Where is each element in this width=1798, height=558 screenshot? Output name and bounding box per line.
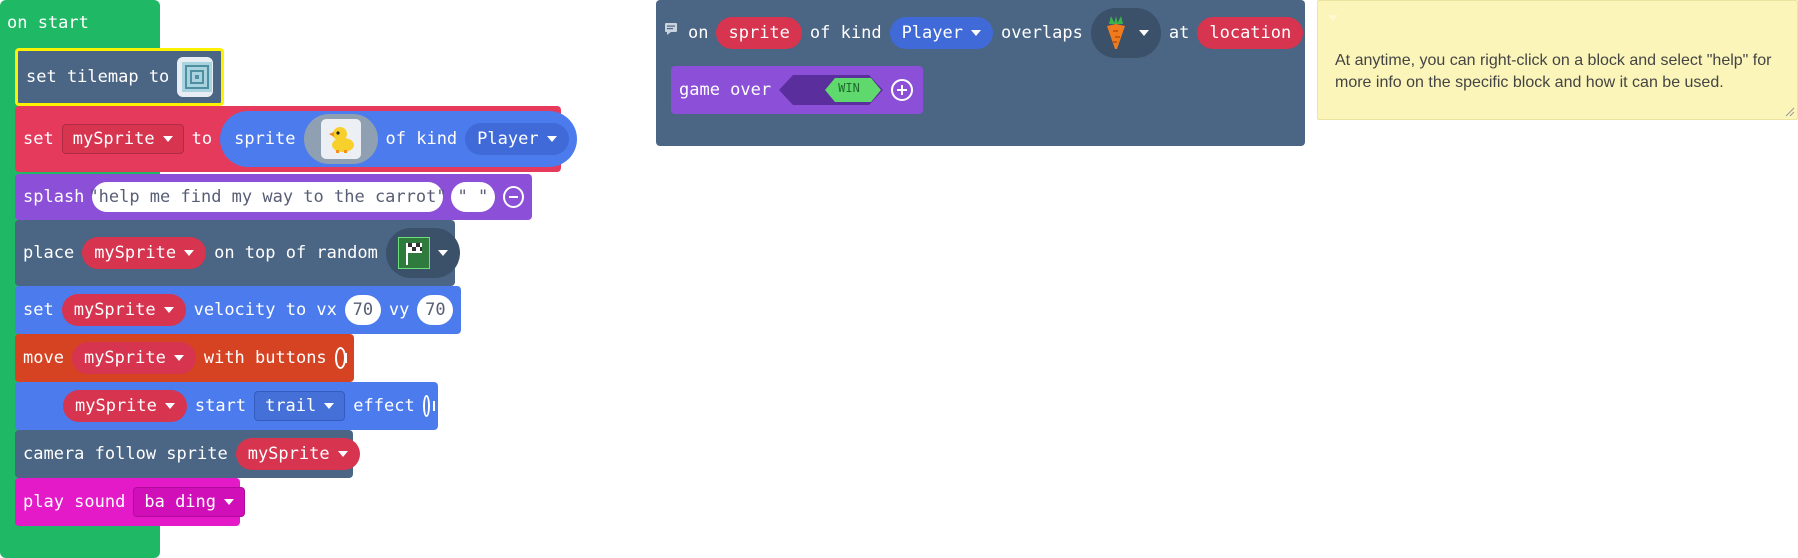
kind-name: Player xyxy=(901,22,963,43)
plus-icon[interactable] xyxy=(891,79,914,101)
of-kind-label: of kind xyxy=(385,129,458,149)
plus-icon[interactable] xyxy=(334,347,348,369)
move-label: move xyxy=(23,348,64,368)
play-sound-block[interactable]: play sound ba ding xyxy=(15,478,246,526)
game-over-block[interactable]: game over WIN xyxy=(671,66,923,114)
win-toggle-shape xyxy=(779,75,884,105)
place-on-random-block[interactable]: place mySprite on top of random xyxy=(15,220,460,286)
on-start-label: on start xyxy=(7,13,89,33)
start-effect-block[interactable]: mySprite start trail effect xyxy=(15,382,438,430)
sprite-param-name: sprite xyxy=(728,22,790,43)
kind-dropdown[interactable]: Player xyxy=(889,16,993,49)
place-label: place xyxy=(23,243,75,263)
variable-dropdown[interactable]: mySprite xyxy=(61,124,184,154)
tile-dropdown[interactable] xyxy=(385,228,460,278)
sprite-variable-reporter[interactable]: sprite xyxy=(716,16,802,49)
chevron-down-icon xyxy=(162,136,173,142)
effect-label: effect xyxy=(353,396,415,416)
kind-dropdown[interactable]: Player xyxy=(465,123,569,155)
win-label: WIN xyxy=(838,81,860,95)
variable-dropdown[interactable]: mySprite xyxy=(71,342,196,374)
kind-name: Player xyxy=(477,129,539,149)
play-sound-label: play sound xyxy=(23,492,126,512)
comment-icon[interactable] xyxy=(664,22,680,36)
overlaps-label: overlaps xyxy=(1000,22,1083,43)
chevron-down-icon xyxy=(970,29,981,36)
chevron-down-icon xyxy=(437,250,448,256)
effect-name: trail xyxy=(265,396,317,416)
vx-field[interactable]: 70 xyxy=(344,295,381,325)
set-tilemap-block[interactable]: set tilemap to xyxy=(15,48,224,106)
variable-name: mySprite xyxy=(72,129,155,149)
game-over-label: game over xyxy=(679,80,772,100)
on-top-label: on top of random xyxy=(214,243,378,263)
chevron-down-icon xyxy=(163,307,174,313)
win-toggle[interactable]: WIN xyxy=(779,75,884,105)
minus-icon[interactable] xyxy=(503,186,525,208)
move-with-buttons-block[interactable]: move mySprite with buttons xyxy=(15,334,354,382)
location-variable-reporter[interactable]: location xyxy=(1197,16,1304,49)
set-label: set xyxy=(23,300,54,320)
chevron-down-icon xyxy=(337,451,348,457)
to-label: to xyxy=(191,129,213,149)
chevron-down-icon xyxy=(324,403,335,409)
chevron-down-icon xyxy=(173,355,184,361)
vy-label: vy xyxy=(388,300,410,320)
chevron-down-icon xyxy=(164,403,175,409)
of-kind-label: of kind xyxy=(809,22,882,43)
splash-text-field[interactable]: "help me find my way to the carrot" xyxy=(88,182,447,212)
with-buttons-label: with buttons xyxy=(203,348,327,368)
vy-field[interactable]: 70 xyxy=(417,295,454,325)
carrot-icon xyxy=(1106,15,1125,49)
set-label: set xyxy=(23,129,54,149)
velocity-label: velocity to vx xyxy=(193,300,337,320)
comment-text[interactable]: At anytime, you can right-click on a blo… xyxy=(1335,50,1780,94)
variable-name: mySprite xyxy=(94,243,177,263)
set-sprite-block[interactable]: set mySprite to sprite of kind Player xyxy=(15,106,577,172)
camera-follow-label: camera follow sprite xyxy=(23,444,228,464)
chevron-down-icon xyxy=(1138,29,1149,36)
comment-collapse-icon[interactable] xyxy=(1328,15,1338,21)
variable-name: mySprite xyxy=(75,396,157,416)
effect-dropdown[interactable]: trail xyxy=(254,391,346,421)
splash-label: splash xyxy=(23,187,85,207)
splash-block[interactable]: splash "help me find my way to the carro… xyxy=(15,174,532,220)
resize-handle-icon[interactable] xyxy=(1785,107,1795,117)
duck-icon xyxy=(328,127,354,153)
plus-icon[interactable] xyxy=(422,395,436,417)
start-label: start xyxy=(194,396,247,416)
sprite-image-picker[interactable] xyxy=(303,114,378,164)
variable-name: mySprite xyxy=(73,300,156,320)
variable-name: mySprite xyxy=(247,444,330,464)
variable-dropdown[interactable]: mySprite xyxy=(82,237,207,269)
tilemap-icon xyxy=(182,62,213,92)
chevron-down-icon xyxy=(224,499,235,505)
location-param-name: location xyxy=(1209,22,1292,43)
variable-name: mySprite xyxy=(83,348,166,368)
workspace-comment[interactable]: At anytime, you can right-click on a blo… xyxy=(1317,0,1798,120)
sprite-create-reporter[interactable]: sprite of kind Player xyxy=(220,111,577,167)
splash-subtitle-field[interactable]: " " xyxy=(450,182,496,212)
set-tilemap-label: set tilemap to xyxy=(26,67,170,87)
tile-dropdown[interactable] xyxy=(1090,7,1161,58)
chevron-down-icon xyxy=(546,136,557,142)
tilemap-thumbnail[interactable] xyxy=(177,57,213,97)
on-label: on xyxy=(688,22,709,43)
camera-follow-block[interactable]: camera follow sprite mySprite xyxy=(15,430,360,478)
variable-dropdown[interactable]: mySprite xyxy=(235,438,360,470)
sound-dropdown[interactable]: ba ding xyxy=(133,487,246,517)
sprite-label: sprite xyxy=(234,129,296,149)
chevron-down-icon xyxy=(184,250,195,256)
at-label: at xyxy=(1168,22,1190,43)
overlap-event-header: on sprite of kind Player overlaps at loc… xyxy=(656,0,1305,65)
variable-dropdown[interactable]: mySprite xyxy=(61,294,186,326)
set-velocity-block[interactable]: set mySprite velocity to vx 70 vy 70 xyxy=(15,286,461,334)
variable-dropdown[interactable]: mySprite xyxy=(63,390,187,422)
sound-name: ba ding xyxy=(144,492,217,512)
flag-tile-icon xyxy=(397,237,430,269)
